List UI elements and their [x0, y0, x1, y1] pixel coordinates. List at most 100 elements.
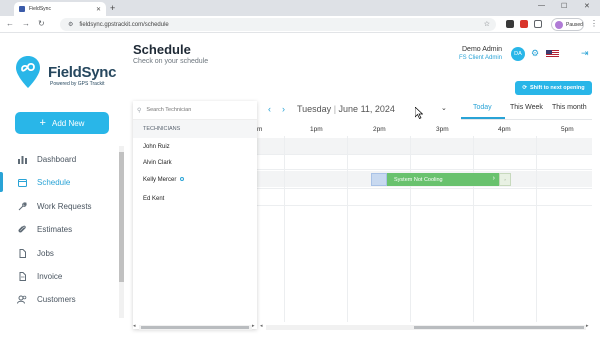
address-bar[interactable]: ⚙ fieldsync.gpstrackit.com/schedule ☆: [60, 18, 496, 31]
users-icon: [17, 294, 27, 304]
grid-hscrollbar[interactable]: [266, 325, 586, 330]
hour-gridline: [284, 136, 285, 322]
forward-icon[interactable]: →: [22, 19, 30, 28]
sidebar-item-invoice[interactable]: Invoice: [0, 266, 118, 286]
hour-label: 5pm: [561, 126, 574, 133]
close-icon[interactable]: ✕: [96, 6, 101, 13]
chevron-down-icon[interactable]: ⌄: [441, 104, 447, 112]
calendar-icon: [17, 177, 27, 187]
schedule-event[interactable]: System Not Cooling › ›: [371, 173, 511, 186]
browser-window: FieldSync ✕ + — ☐ ✕ ← → ↻ ⚙ fieldsync.gp…: [0, 0, 600, 338]
chevron-right-icon[interactable]: ›: [493, 175, 495, 182]
logout-icon[interactable]: ⇥: [581, 48, 589, 59]
extension-icon[interactable]: [520, 20, 528, 28]
scrollbar-thumb[interactable]: [141, 326, 249, 329]
user-name: Demo Admin: [462, 46, 503, 53]
technician-row[interactable]: Kelly Mercer: [143, 177, 185, 183]
scrollbar-thumb[interactable]: [414, 326, 584, 329]
back-icon[interactable]: ←: [6, 19, 14, 28]
sidebar-item-estimates[interactable]: Estimates: [0, 219, 118, 239]
reload-icon[interactable]: ↻: [38, 19, 45, 28]
extension-icon[interactable]: [506, 20, 514, 28]
grid-header-band: [257, 138, 592, 154]
hour-gridline: [410, 136, 411, 322]
settings-gear-icon[interactable]: ⚙: [531, 48, 539, 59]
page-subtitle: Check on your schedule: [133, 58, 209, 65]
tab-divider: [461, 119, 592, 120]
browser-tab[interactable]: FieldSync ✕: [14, 2, 106, 16]
grid-row-line: [257, 188, 592, 189]
extensions-puzzle-icon[interactable]: [534, 20, 542, 28]
sidebar-item-customers[interactable]: Customers: [0, 289, 118, 309]
hour-gridline: [347, 136, 348, 322]
grid-row-line: [257, 205, 592, 206]
user-role: FS Client Admin: [459, 55, 503, 61]
new-tab-button[interactable]: +: [110, 3, 115, 13]
scrollbar-thumb[interactable]: [119, 152, 124, 282]
technician-name: John Ruiz: [143, 144, 170, 150]
current-date[interactable]: Tuesday | June 11, 2024: [297, 104, 395, 114]
sidebar-item-dashboard[interactable]: Dashboard: [0, 149, 118, 169]
avatar[interactable]: DA: [511, 47, 525, 61]
us-flag-icon[interactable]: [546, 50, 559, 58]
more-menu-icon[interactable]: ⋮: [590, 19, 598, 28]
grid-row-line: [257, 154, 592, 155]
tab-this-week[interactable]: This Week: [510, 104, 543, 111]
paperclip-icon: [17, 224, 27, 234]
plus-icon: +: [39, 117, 46, 129]
technician-row[interactable]: Ed Kent: [143, 196, 164, 202]
minimize-icon[interactable]: —: [538, 2, 545, 9]
search-icon: ⚲: [137, 107, 142, 114]
tab-strip: FieldSync ✕ + — ☐ ✕: [0, 0, 600, 16]
event-travel-block: [371, 173, 387, 186]
app-root: FieldSync Powered by GPS Trackit + Add N…: [0, 34, 600, 338]
technician-row[interactable]: John Ruiz: [143, 144, 170, 150]
hour-gridline: [473, 136, 474, 322]
current-day: Tuesday: [297, 104, 332, 114]
sidebar-item-schedule[interactable]: Schedule: [0, 172, 118, 192]
technician-search-input[interactable]: [146, 107, 247, 113]
shift-button-label: Shift to next opening: [529, 85, 585, 91]
window-close-icon[interactable]: ✕: [584, 2, 590, 10]
sidebar-item-jobs[interactable]: Jobs: [0, 243, 118, 263]
next-day-arrow-icon[interactable]: ›: [282, 104, 285, 114]
technician-search[interactable]: ⚲: [133, 101, 257, 120]
sidebar-item-label: Schedule: [37, 177, 71, 187]
url-text: fieldsync.gpstrackit.com/schedule: [79, 21, 169, 28]
grid-row-line: [257, 169, 592, 170]
add-new-label: Add New: [51, 118, 85, 128]
add-new-button[interactable]: + Add New: [15, 112, 109, 134]
tab-title: FieldSync: [29, 6, 51, 12]
scroll-right-icon[interactable]: ▸: [252, 323, 255, 329]
event-body[interactable]: System Not Cooling ›: [387, 173, 499, 186]
refresh-icon: ⟳: [522, 85, 527, 91]
profile-avatar: [555, 20, 563, 29]
technicians-header: TECHNICIANS: [133, 120, 257, 138]
page-title: Schedule: [133, 42, 191, 57]
hour-label: 2pm: [373, 126, 386, 133]
mouse-cursor-icon: [415, 107, 423, 119]
technician-row[interactable]: Alvin Clark: [143, 160, 172, 166]
hour-label: m: [257, 126, 263, 133]
maximize-icon[interactable]: ☐: [561, 2, 567, 10]
scroll-right-icon[interactable]: ▸: [586, 323, 589, 329]
scroll-left-icon[interactable]: ◂: [133, 323, 136, 329]
hour-label: 4pm: [498, 126, 511, 133]
tab-this-month[interactable]: This month: [552, 104, 587, 111]
prev-day-arrow-icon[interactable]: ‹: [268, 104, 271, 114]
sidebar-item-label: Customers: [37, 294, 76, 304]
tab-today[interactable]: Today: [473, 104, 492, 111]
technicians-hscrollbar[interactable]: [139, 325, 252, 330]
briefcase-icon: [17, 248, 27, 258]
scroll-left-icon[interactable]: ◂: [260, 323, 263, 329]
sidebar-scrollbar[interactable]: [119, 146, 124, 318]
address-row: ← → ↻ ⚙ fieldsync.gpstrackit.com/schedul…: [0, 16, 600, 33]
site-info-icon[interactable]: ⚙: [68, 21, 73, 28]
document-icon: [17, 271, 27, 281]
bookmark-star-icon[interactable]: ☆: [484, 20, 490, 28]
sidebar-item-work-requests[interactable]: Work Requests: [0, 196, 118, 216]
profile-button[interactable]: Paused: [551, 18, 584, 31]
brand-tagline: Powered by GPS Trackit: [50, 81, 105, 87]
shift-next-opening-button[interactable]: ⟳ Shift to next opening: [515, 81, 592, 95]
status-indicator-icon: [180, 177, 185, 181]
